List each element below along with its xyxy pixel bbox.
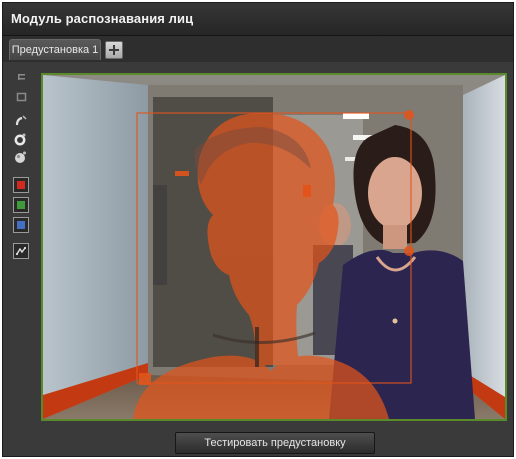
tab-preset-1[interactable]: Предустановка 1 <box>9 39 101 60</box>
video-preview[interactable] <box>41 73 507 421</box>
blue-color-swatch[interactable] <box>13 217 29 233</box>
drawing-toolbar <box>13 69 33 269</box>
rectangle-tool-icon[interactable] <box>13 89 29 105</box>
brush-tool-icon[interactable] <box>13 113 29 129</box>
red-color-swatch[interactable] <box>13 177 29 193</box>
face-recognition-window: Модуль распознавания лиц Предустановка 1 <box>2 2 514 457</box>
line-tool-icon[interactable] <box>13 69 29 85</box>
add-preset-button[interactable] <box>105 41 123 59</box>
camera-frame-image <box>43 75 505 419</box>
preset-tab-bar: Предустановка 1 <box>3 36 513 62</box>
chart-tool-icon[interactable] <box>13 243 29 259</box>
sphere-tool-icon[interactable] <box>13 149 29 165</box>
window-title: Модуль распознавания лиц <box>11 11 194 26</box>
green-color-swatch[interactable] <box>13 197 29 213</box>
ring-tool-icon[interactable] <box>13 131 29 147</box>
test-preset-button[interactable]: Тестировать предустановку <box>175 432 375 454</box>
title-bar: Модуль распознавания лиц <box>3 3 513 36</box>
